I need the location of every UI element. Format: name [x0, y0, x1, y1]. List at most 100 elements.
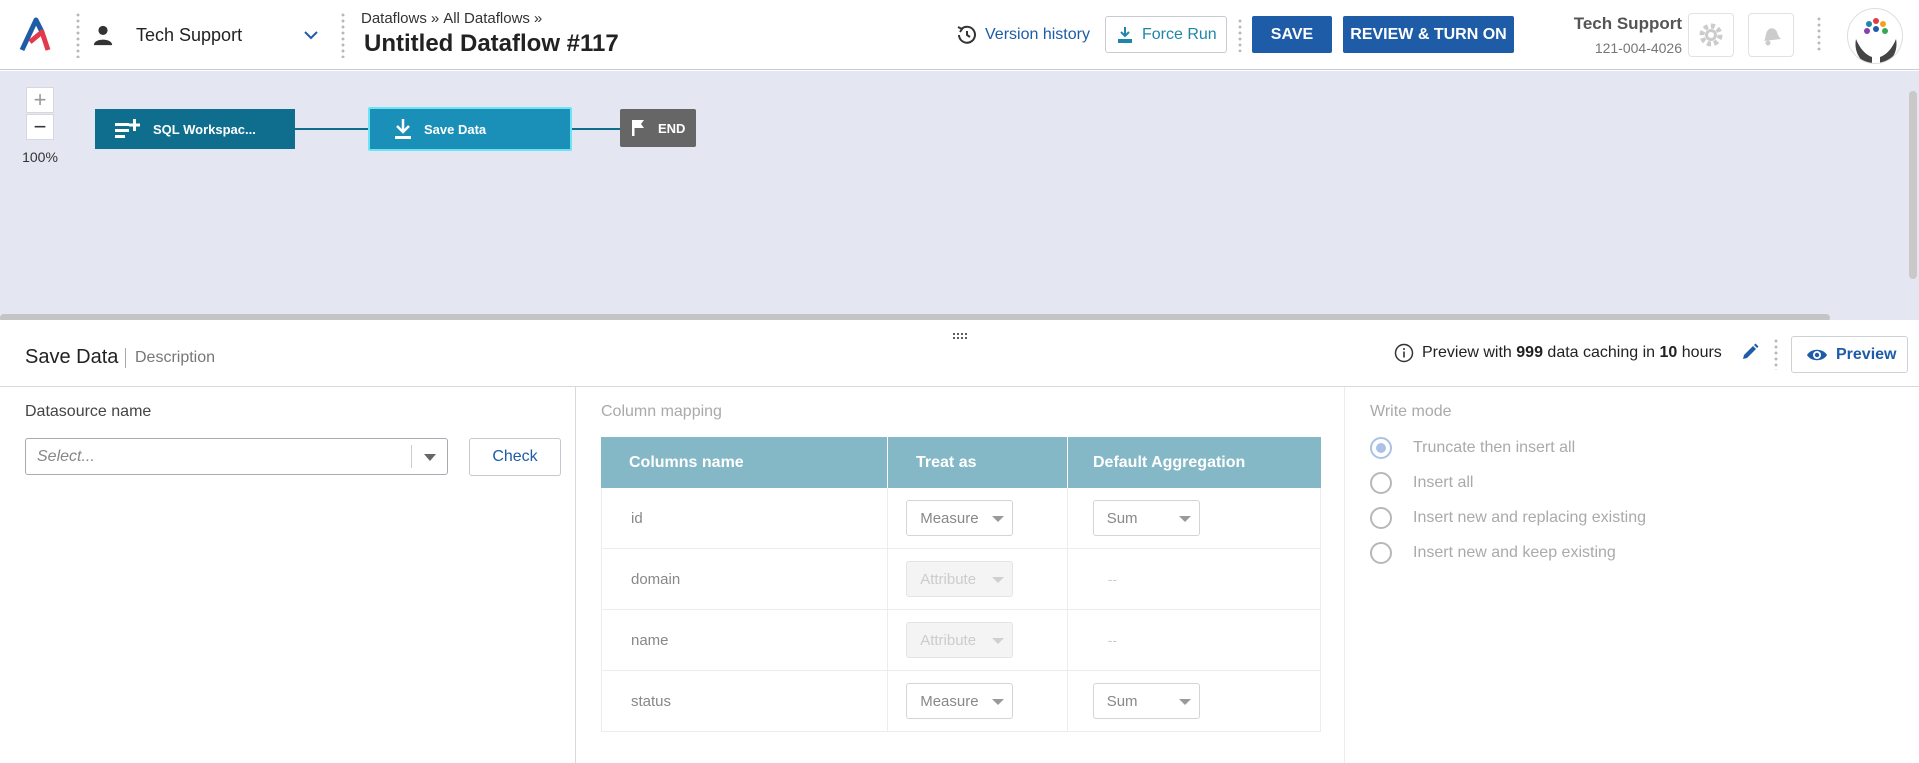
save-button[interactable]: SAVE	[1252, 16, 1332, 53]
radio-button-selected[interactable]	[1370, 437, 1392, 459]
zoom-controls: + −	[26, 87, 54, 140]
treat-as-select: Attribute	[906, 561, 1014, 597]
header-divider	[76, 12, 80, 58]
check-button[interactable]: Check	[469, 438, 561, 476]
table-row: status Measure Sum	[601, 671, 1321, 732]
node-label: SQL Workspac...	[153, 121, 256, 137]
node-save-data[interactable]: Save Data	[368, 107, 572, 151]
radio-button[interactable]	[1370, 507, 1392, 529]
panel-title: Save Data	[25, 346, 119, 368]
title-separator	[125, 348, 126, 368]
header-columns-name: Columns name	[601, 437, 888, 488]
node-sql-workspace[interactable]: SQL Workspac...	[95, 109, 295, 149]
workspace-selector[interactable]: Tech Support	[86, 18, 326, 52]
aggregation-select[interactable]: Sum	[1092, 683, 1200, 719]
preview-info-suffix: hours	[1681, 344, 1722, 361]
node-connector	[295, 128, 368, 130]
breadcrumb-dataflows[interactable]: Dataflows	[361, 10, 427, 27]
avatar-logo-icon	[1855, 18, 1897, 63]
header-treat-as: Treat as	[888, 437, 1068, 488]
chevron-down-icon	[304, 31, 318, 40]
force-run-label: Force Run	[1142, 25, 1217, 43]
treat-as-select: Attribute	[906, 622, 1014, 658]
node-label: Save Data	[424, 121, 487, 137]
preview-info-prefix: Preview with	[1422, 344, 1512, 361]
aggregation-select[interactable]: Sum	[1092, 500, 1200, 536]
force-run-icon	[1118, 26, 1132, 43]
radio-label: Truncate then insert all	[1413, 439, 1576, 456]
preview-button[interactable]: Preview	[1791, 336, 1908, 373]
dataflow-canvas[interactable]: + − 100% SQL Workspac... Save Data END	[0, 71, 1919, 322]
radio-label: Insert all	[1413, 474, 1474, 491]
notifications-button[interactable]	[1748, 13, 1794, 57]
history-icon	[957, 25, 976, 44]
aggregation-empty: --	[1107, 632, 1118, 648]
panel-header-divider	[1774, 338, 1778, 370]
panel-header: Save Data Description Preview with 999 d…	[0, 320, 1919, 387]
breadcrumb: Dataflows» All Dataflows»	[361, 10, 546, 27]
treat-as-value: Attribute	[920, 631, 977, 649]
node-end[interactable]: END	[620, 109, 696, 147]
version-history-button[interactable]: Version history	[955, 22, 1090, 48]
workspace-name: Tech Support	[136, 25, 243, 45]
header-divider	[1238, 18, 1242, 52]
aggregation-empty: --	[1107, 571, 1118, 587]
description-link[interactable]: Description	[135, 349, 215, 367]
column-mapping-table: Columns name Treat as Default Aggregatio…	[601, 437, 1321, 732]
treat-as-value: Measure	[920, 509, 979, 527]
table-row: domain Attribute --	[601, 549, 1321, 610]
caret-down-icon	[992, 577, 1005, 583]
zoom-out-button[interactable]: −	[26, 114, 54, 140]
radio-insert-new-keep[interactable]: Insert new and keep existing	[1370, 542, 1616, 564]
caret-down-icon	[1178, 516, 1191, 522]
preview-label: Preview	[1836, 345, 1897, 363]
page-title[interactable]: Untitled Dataflow #117	[364, 30, 619, 58]
account-phone: 121-004-4026	[1594, 40, 1682, 56]
radio-truncate-insert-all[interactable]: Truncate then insert all	[1370, 437, 1575, 459]
zoom-level: 100%	[22, 149, 58, 165]
pencil-icon[interactable]	[1740, 342, 1760, 362]
settings-button[interactable]	[1688, 13, 1734, 57]
app-logo-icon[interactable]	[18, 16, 58, 56]
table-row: id Measure Sum	[601, 488, 1321, 549]
column-divider	[1344, 387, 1345, 763]
treat-as-select[interactable]: Measure	[906, 683, 1014, 719]
table-row: name Attribute --	[601, 610, 1321, 671]
node-label: END	[658, 120, 686, 136]
header-divider	[341, 12, 345, 58]
breadcrumb-separator: »	[430, 10, 440, 27]
force-run-button[interactable]: Force Run	[1105, 16, 1227, 53]
eye-icon	[1807, 349, 1827, 360]
vertical-scrollbar[interactable]	[1909, 91, 1917, 279]
resize-handle[interactable]	[952, 332, 968, 340]
caret-down-icon	[424, 454, 436, 461]
column-name-cell: name	[602, 610, 889, 670]
preview-info-mid: data caching in	[1547, 344, 1656, 361]
review-turn-on-button[interactable]: REVIEW & TURN ON	[1343, 16, 1514, 53]
caret-down-icon	[1178, 699, 1191, 705]
datasource-select[interactable]: Select...	[25, 438, 448, 475]
write-mode-label: Write mode	[1370, 403, 1452, 420]
column-divider	[575, 387, 576, 763]
preview-hours: 10	[1659, 344, 1678, 361]
download-icon	[395, 119, 411, 139]
column-name-cell: status	[602, 671, 889, 731]
select-separator	[411, 445, 412, 468]
sql-add-icon	[115, 119, 140, 138]
breadcrumb-all-dataflows[interactable]: All Dataflows	[443, 10, 530, 27]
radio-insert-new-replace[interactable]: Insert new and replacing existing	[1370, 507, 1646, 529]
avatar[interactable]	[1847, 8, 1903, 64]
radio-button[interactable]	[1370, 542, 1392, 564]
header-divider	[1817, 16, 1821, 52]
radio-label: Insert new and replacing existing	[1413, 509, 1647, 526]
info-icon	[1394, 343, 1414, 363]
table-header: Columns name Treat as Default Aggregatio…	[601, 437, 1321, 488]
caret-down-icon	[992, 699, 1005, 705]
bell-icon	[1764, 28, 1781, 46]
version-history-label: Version history	[985, 26, 1090, 43]
zoom-in-button[interactable]: +	[26, 87, 54, 113]
radio-button[interactable]	[1370, 472, 1392, 494]
treat-as-select[interactable]: Measure	[906, 500, 1014, 536]
datasource-label: Datasource name	[25, 403, 152, 420]
radio-insert-all[interactable]: Insert all	[1370, 472, 1473, 494]
